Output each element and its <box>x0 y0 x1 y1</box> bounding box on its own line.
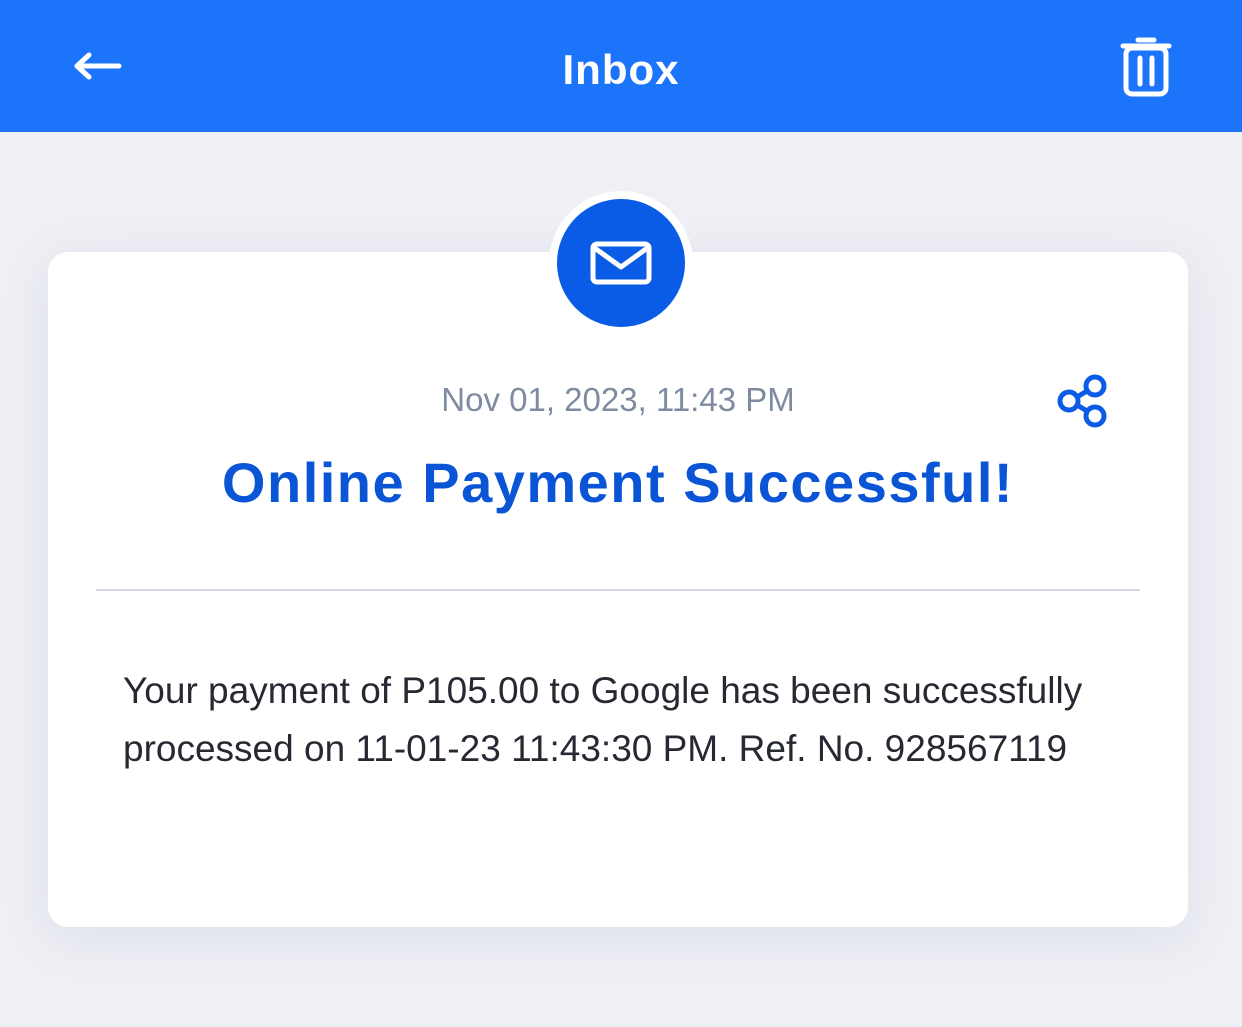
page-title: Inbox <box>562 46 680 93</box>
share-button[interactable] <box>1052 370 1114 432</box>
divider <box>96 589 1140 591</box>
message-icon-circle <box>557 199 685 327</box>
message-title: Online Payment Successful! <box>221 451 1015 514</box>
share-icon <box>1057 374 1107 428</box>
delete-button[interactable] <box>1112 30 1180 102</box>
envelope-icon <box>590 241 652 285</box>
message-icon-badge <box>549 191 693 335</box>
app-header: Inbox <box>0 0 1242 132</box>
trash-icon <box>1120 37 1172 97</box>
message-body: Your payment of P105.00 to Google has be… <box>123 670 1083 769</box>
message-date: Nov 01, 2023, 11:43 PM <box>441 381 795 418</box>
